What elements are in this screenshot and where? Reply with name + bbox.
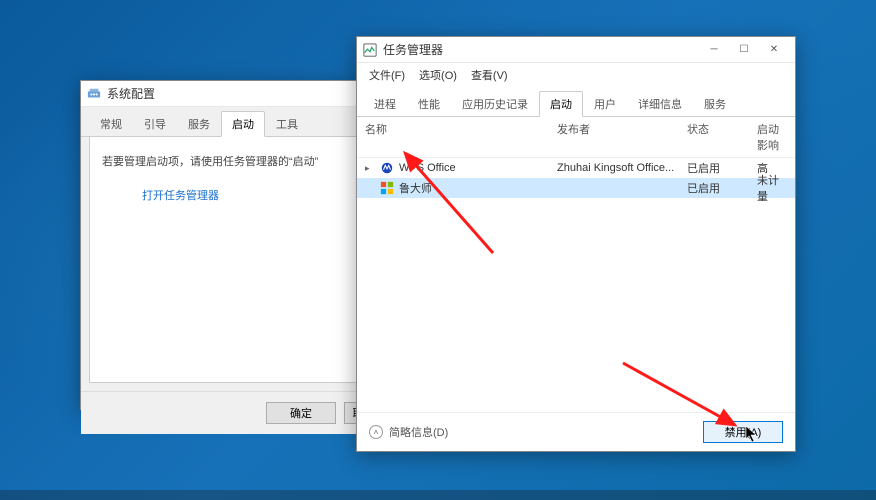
row-publisher: Zhuhai Kingsoft Office... [557, 162, 687, 174]
startup-row-ludashi[interactable]: 鲁大师 已启用 未计量 [357, 178, 795, 198]
taskmgr-icon [363, 43, 377, 57]
startup-list: ▸ WPS Office Zhuhai Kingsoft Office... 已… [357, 158, 795, 424]
msconfig-icon [87, 87, 101, 101]
col-name[interactable]: 名称 [357, 121, 557, 153]
wps-icon [380, 161, 394, 175]
cursor-icon [745, 425, 759, 443]
taskmgr-window-controls: ─ ☐ ✕ [699, 39, 789, 61]
menu-options[interactable]: 选项(O) [413, 65, 463, 85]
taskmgr-tabs: 进程 性能 应用历史记录 启动 用户 详细信息 服务 [357, 87, 795, 117]
col-status[interactable]: 状态 [687, 121, 757, 153]
startup-column-headers[interactable]: 名称 发布者 状态 启动影响 [357, 117, 795, 158]
taskmgr-titlebar[interactable]: 任务管理器 ─ ☐ ✕ [357, 37, 795, 63]
msconfig-tab-startup[interactable]: 启动 [221, 111, 265, 137]
open-task-manager-link[interactable]: 打开任务管理器 [142, 187, 219, 203]
row-status: 已启用 [687, 160, 757, 176]
menu-file[interactable]: 文件(F) [363, 65, 411, 85]
msconfig-instruction: 若要管理启动项，请使用任务管理器的“启动” [102, 153, 363, 169]
msconfig-tabs: 常规 引导 服务 启动 工具 [81, 107, 384, 137]
tab-performance[interactable]: 性能 [407, 91, 451, 117]
msconfig-body: 若要管理启动项，请使用任务管理器的“启动” 打开任务管理器 [89, 136, 376, 383]
chevron-up-icon: ˄ [369, 425, 383, 439]
tab-users[interactable]: 用户 [583, 91, 627, 117]
msconfig-tab-general[interactable]: 常规 [89, 111, 133, 137]
col-publisher[interactable]: 发布者 [557, 121, 687, 153]
menu-view[interactable]: 查看(V) [465, 65, 514, 85]
msconfig-ok-button[interactable]: 确定 [266, 402, 336, 424]
tab-processes[interactable]: 进程 [363, 91, 407, 117]
close-button[interactable]: ✕ [759, 39, 789, 61]
msconfig-tab-boot[interactable]: 引导 [133, 111, 177, 137]
msconfig-window: 系统配置 常规 引导 服务 启动 工具 若要管理启动项，请使用任务管理器的“启动… [80, 80, 385, 410]
row-name: 鲁大师 [399, 180, 432, 196]
tab-details[interactable]: 详细信息 [627, 91, 693, 117]
tab-app-history[interactable]: 应用历史记录 [451, 91, 539, 117]
startup-row-wps[interactable]: ▸ WPS Office Zhuhai Kingsoft Office... 已… [357, 158, 795, 178]
msconfig-titlebar[interactable]: 系统配置 [81, 81, 384, 107]
msconfig-title: 系统配置 [107, 85, 378, 102]
expand-caret-icon[interactable]: ▸ [365, 163, 375, 174]
taskmgr-title: 任务管理器 [383, 41, 699, 58]
fewer-details-button[interactable]: ˄ 简略信息(D) [369, 424, 448, 440]
tab-startup[interactable]: 启动 [539, 91, 583, 117]
tab-services[interactable]: 服务 [693, 91, 737, 117]
msconfig-tab-tools[interactable]: 工具 [265, 111, 309, 137]
col-impact[interactable]: 启动影响 [757, 121, 795, 153]
ludashi-icon [380, 181, 394, 195]
taskmgr-footer: ˄ 简略信息(D) 禁用(A) [357, 412, 795, 451]
taskbar[interactable] [0, 490, 876, 500]
row-name: WPS Office [399, 162, 456, 174]
disable-button[interactable]: 禁用(A) [703, 421, 783, 443]
row-status: 已启用 [687, 180, 757, 196]
maximize-button[interactable]: ☐ [729, 39, 759, 61]
fewer-details-label: 简略信息(D) [389, 424, 448, 440]
minimize-button[interactable]: ─ [699, 39, 729, 61]
taskmgr-menubar: 文件(F) 选项(O) 查看(V) [357, 63, 795, 87]
row-impact: 未计量 [757, 172, 795, 204]
taskmgr-window: 任务管理器 ─ ☐ ✕ 文件(F) 选项(O) 查看(V) 进程 性能 应用历史… [356, 36, 796, 452]
msconfig-tab-services[interactable]: 服务 [177, 111, 221, 137]
msconfig-buttons: 确定 取 [81, 391, 384, 434]
